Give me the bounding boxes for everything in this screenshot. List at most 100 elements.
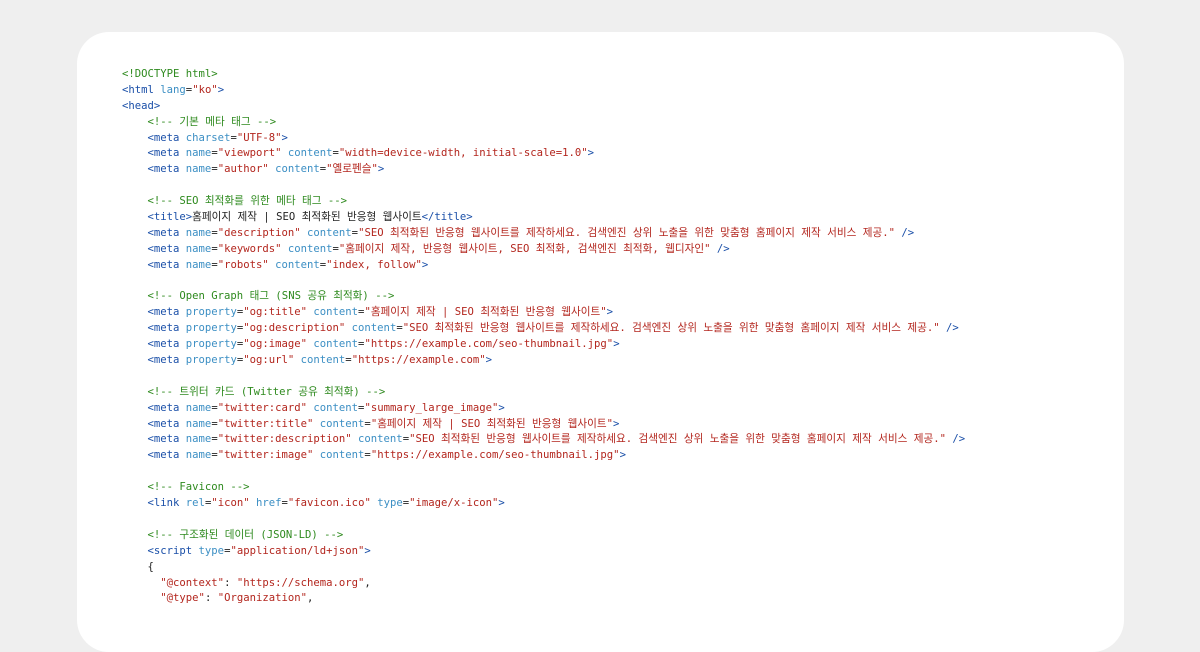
code-line: <meta name="viewport" content="width=dev… — [122, 146, 965, 162]
code-token-tag: > — [613, 338, 620, 351]
code-token-attr: content — [351, 322, 397, 335]
code-token-val: "viewport" — [217, 147, 282, 160]
code-token-val: "twitter:image" — [217, 449, 314, 462]
code-token-val: "옐로펜슬" — [326, 163, 378, 176]
code-token-val: "https://example.com/seo-thumbnail.jpg" — [370, 449, 620, 462]
code-token-val: "https://schema.org" — [236, 576, 365, 589]
code-token-attr: type — [377, 497, 403, 510]
code-token-text: 홈페이지 제작 | SEO 최적화된 반응형 웹사이트 — [192, 211, 422, 224]
code-token-attr: property — [185, 306, 237, 319]
code-token-tag: <meta — [147, 354, 186, 367]
code-token-tag: <meta — [147, 242, 186, 255]
code-token-tag: <meta — [147, 226, 186, 239]
code-line: <meta property="og:description" content=… — [122, 321, 965, 337]
code-line: <!-- Favicon --> — [122, 480, 965, 496]
code-token-tag: <meta — [147, 163, 186, 176]
code-token-attr: content — [319, 449, 365, 462]
code-token-val: "application/ld+json" — [230, 544, 365, 557]
code-token-val: "SEO 최적화된 반응형 웹사이트를 제작하세요. 검색엔진 상위 노출을 위… — [358, 226, 895, 239]
code-token-tag: > — [613, 417, 620, 430]
code-line: <title>홈페이지 제작 | SEO 최적화된 반응형 웹사이트</titl… — [122, 210, 965, 226]
code-token-val: "@context" — [160, 576, 225, 589]
code-token-tag: <meta — [147, 401, 186, 414]
code-token-tag: > — [587, 147, 595, 160]
code-token-attr: property — [185, 338, 237, 351]
code-token-val: "author" — [217, 163, 269, 176]
code-token-tag: > — [217, 83, 225, 96]
code-token-attr: content — [300, 354, 346, 367]
code-token-attr: name — [185, 163, 212, 176]
code-line: <!-- SEO 최적화를 위한 메타 태그 --> — [122, 194, 965, 210]
code-token-tag: </title> — [421, 211, 473, 224]
code-token-attr: href — [256, 497, 282, 510]
code-token-text: : — [224, 576, 237, 589]
code-line: <html lang="ko"> — [122, 83, 965, 99]
code-token-comment: <!-- Favicon --> — [147, 481, 250, 494]
code-token-tag: <meta — [147, 131, 186, 144]
code-token-val: "icon" — [211, 497, 250, 510]
code-token-tag: <meta — [147, 417, 186, 430]
code-line: <!-- 구조화된 데이터 (JSON-LD) --> — [122, 528, 965, 544]
code-token-attr: name — [185, 433, 212, 446]
code-token-attr: name — [185, 401, 212, 414]
code-line: <meta name="twitter:card" content="summa… — [122, 401, 965, 417]
code-token-tag: <meta — [147, 433, 186, 446]
code-token-comment: <!-- 기본 메타 태그 --> — [147, 115, 277, 128]
code-line: { — [122, 560, 965, 576]
code-line: <!-- 트위터 카드 (Twitter 공유 최적화) --> — [122, 385, 965, 401]
code-token-val: "홈페이지 제작 | SEO 최적화된 반응형 웹사이트" — [370, 417, 614, 430]
code-line: <meta name="keywords" content="홈페이지 제작, … — [122, 242, 965, 258]
code-token-tag: > — [364, 544, 371, 557]
code-token-tag: > — [485, 354, 493, 367]
code-token-attr: content — [275, 163, 320, 176]
code-line: <meta name="author" content="옐로펜슬"> — [122, 162, 965, 178]
code-token-val: "og:url" — [243, 354, 295, 367]
code-token-val: "UTF-8" — [236, 131, 282, 144]
code-token-tag: <meta — [147, 306, 186, 319]
code-token-tag: <meta — [147, 147, 186, 160]
code-token-comment: <!-- Open Graph 태그 (SNS 공유 최적화) --> — [147, 290, 395, 303]
code-token-tag: <head> — [122, 99, 161, 112]
code-token-val: "keywords" — [217, 242, 282, 255]
code-line: <meta property="og:title" content="홈페이지 … — [122, 305, 965, 321]
code-line: "@type": "Organization", — [122, 591, 965, 607]
code-token-text: : — [204, 592, 218, 605]
code-token-attr: lang — [160, 83, 186, 96]
code-line: <meta name="robots" content="index, foll… — [122, 258, 965, 274]
code-token-attr: charset — [185, 131, 231, 144]
code-token-comment: <!DOCTYPE html> — [122, 68, 218, 80]
code-line: <!-- 기본 메타 태그 --> — [122, 115, 965, 131]
code-token-attr: content — [358, 433, 403, 446]
code-token-attr: content — [275, 258, 320, 271]
code-line: <!-- Open Graph 태그 (SNS 공유 최적화) --> — [122, 289, 965, 305]
code-line: <meta property="og:image" content="https… — [122, 337, 965, 353]
code-token-val: "SEO 최적화된 반응형 웹사이트를 제작하세요. 검색엔진 상위 노출을 위… — [402, 322, 940, 335]
code-token-tag: > — [421, 258, 429, 271]
code-token-val: "og:description" — [243, 322, 346, 335]
code-token-tag: <link — [147, 497, 186, 510]
code-line: <script type="application/ld+json"> — [122, 544, 965, 560]
code-line: <meta name="twitter:description" content… — [122, 432, 966, 448]
code-token-attr: name — [185, 147, 212, 160]
code-token-attr: property — [185, 322, 237, 335]
code-token-val: "image/x-icon" — [409, 497, 499, 510]
code-token-val: "SEO 최적화된 반응형 웹사이트를 제작하세요. 검색엔진 상위 노출을 위… — [409, 433, 946, 446]
code-line: <meta name="twitter:title" content="홈페이지… — [122, 417, 965, 433]
code-token-attr: content — [287, 242, 333, 255]
